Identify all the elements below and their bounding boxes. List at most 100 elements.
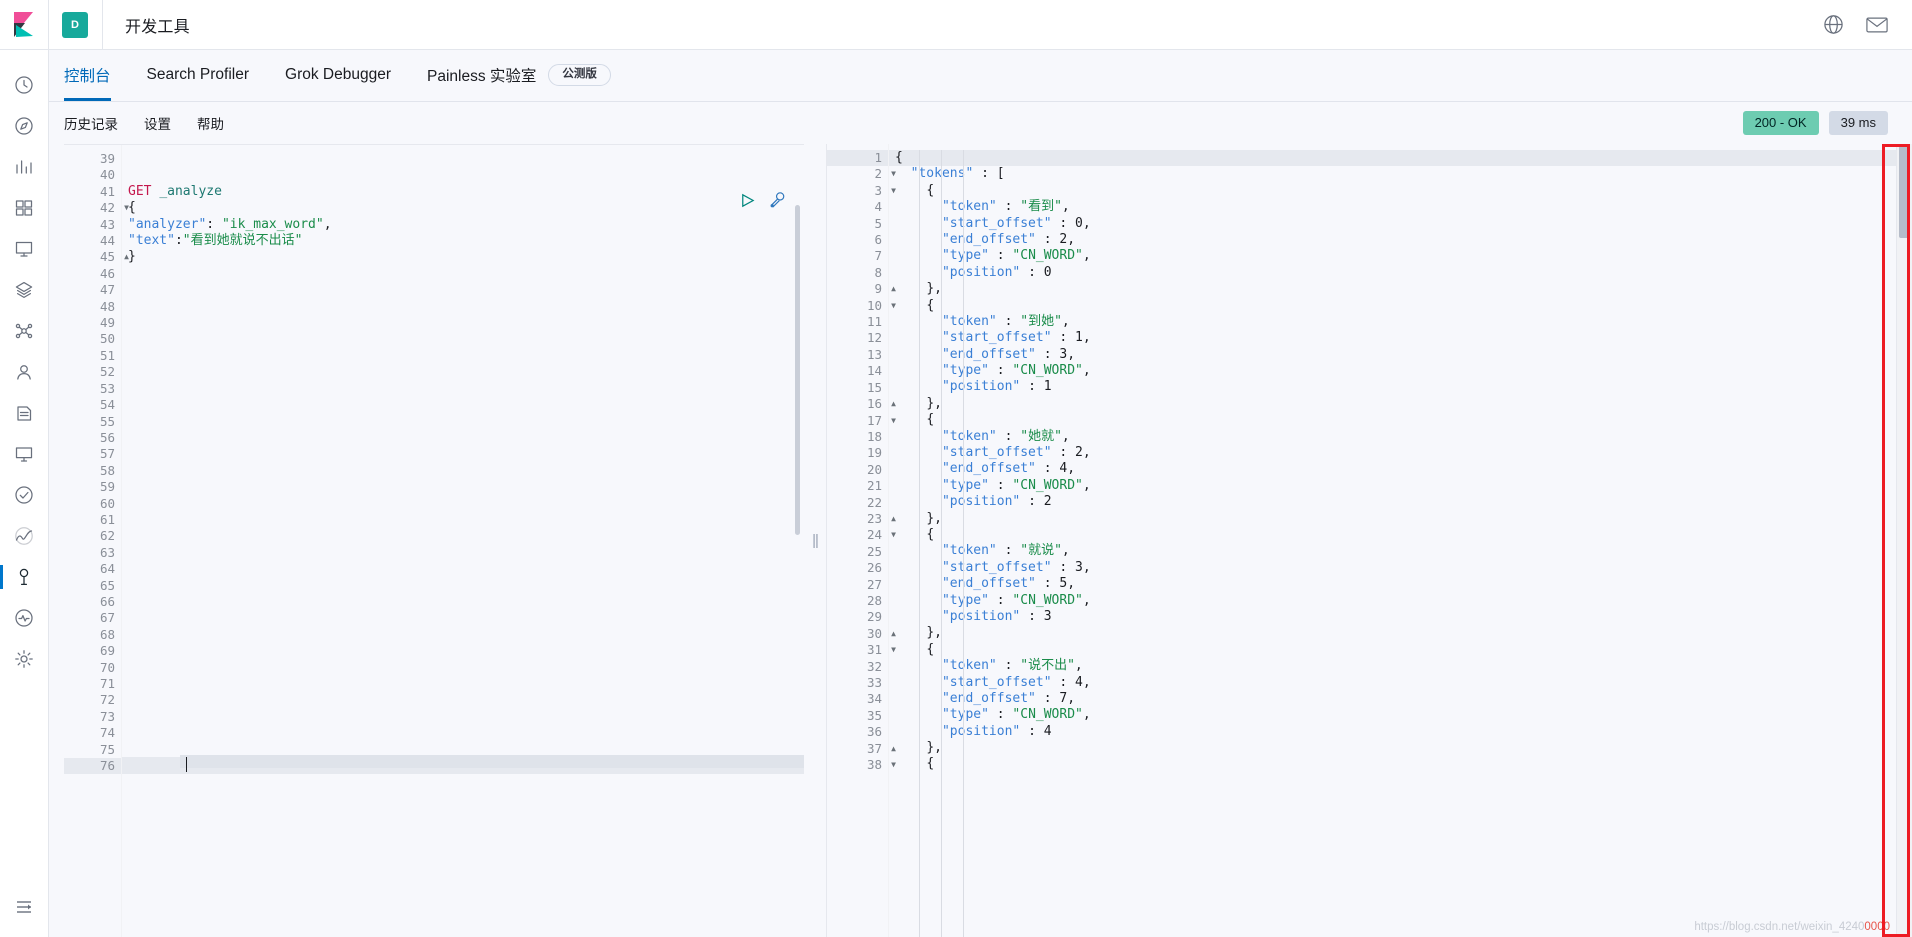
line-number: 67 (64, 610, 121, 626)
sidebar-item-management[interactable] (0, 638, 49, 679)
tab-painless[interactable]: Painless 实验室 公测版 (427, 49, 611, 101)
code-token: , (1074, 658, 1083, 674)
line-number-text: 41 (99, 183, 115, 199)
subnav-item-help[interactable]: 帮助 (197, 113, 224, 133)
code-token: 0 (1075, 215, 1083, 231)
line-number-text: 12 (866, 330, 882, 346)
code-token: , (1067, 231, 1076, 247)
response-gutter[interactable]: 1▼2▼3▼456789▲10▼111213141516▲17▼18192021… (827, 144, 896, 937)
request-gutter[interactable]: 39 40 41 42 ▼ 43 44 45 ▲ 46 47 48 49 50 51 52 53 54 55 56 57… (64, 145, 129, 937)
line-number-text: 60 (99, 495, 115, 511)
sidebar-item-visualize[interactable] (0, 146, 49, 187)
sidebar-item-dev-tools[interactable] (0, 556, 49, 597)
line-number-text: 5 (874, 215, 882, 231)
code-token: "到她" (1020, 313, 1062, 329)
sidebar-item-recent[interactable] (0, 64, 49, 105)
line-number-text: 70 (99, 659, 115, 675)
request-scrollbar-thumb[interactable] (795, 205, 800, 535)
sidebar-item-logs[interactable] (0, 392, 49, 433)
response-scrollbar-thumb[interactable] (1899, 146, 1909, 238)
line-number-text: 18 (866, 428, 882, 444)
code-token: "说不出" (1020, 658, 1075, 674)
line-number-text: 32 (866, 658, 882, 674)
code-token: "看到" (1020, 199, 1062, 215)
code-line: "start_offset" : 0, (889, 216, 1912, 232)
sidebar-item-uptime[interactable] (0, 474, 49, 515)
line-number: 2 ▼ (827, 166, 896, 182)
pane-splitter[interactable]: || (804, 144, 826, 937)
line-number: 21 (827, 478, 888, 494)
wrench-icon[interactable] (768, 191, 786, 214)
help-globe-icon[interactable] (1816, 8, 1850, 42)
sidebar-item-infrastructure[interactable] (0, 351, 49, 392)
collapse-icon[interactable] (0, 877, 49, 937)
code-token: , (1061, 199, 1070, 215)
line-number-text: 4 (874, 199, 882, 215)
request-code[interactable]: GET _analyze{"analyzer": "ik_max_word", "… (122, 145, 804, 937)
response-code[interactable]: { "tokens" : [ { "token" : "看到", "start_… (889, 144, 1912, 937)
code-token: : (1020, 723, 1044, 739)
code-token: 3 (1075, 559, 1083, 575)
code-line: { (889, 298, 1912, 314)
line-number: 64 (64, 561, 121, 577)
code-token: "position" (941, 379, 1021, 395)
code-token: : (1035, 576, 1060, 592)
kibana-logo[interactable] (0, 0, 49, 50)
line-number: 50 (64, 331, 121, 347)
play-icon[interactable] (739, 192, 756, 214)
code-token: 4 (1075, 674, 1083, 690)
subnav-item-history[interactable]: 历史记录 (64, 113, 118, 133)
line-number-text: 59 (99, 479, 115, 495)
line-number-text: 34 (866, 691, 882, 707)
sidebar-item-discover[interactable] (0, 105, 49, 146)
code-token: "start_offset" (941, 215, 1052, 231)
code-line: "token" : "就说", (889, 543, 1912, 559)
line-number: 75 (64, 742, 121, 758)
code-token: : (996, 543, 1021, 559)
line-number: 73 (64, 709, 121, 725)
code-token: : (996, 199, 1021, 215)
tab-label: Grok Debugger (285, 66, 392, 83)
response-pane: 1▼2▼3▼456789▲10▼111213141516▲17▼18192021… (826, 144, 1912, 937)
line-number-text: 24 (866, 527, 882, 543)
code-line: "analyzer": "ik_max_word", (122, 217, 804, 233)
line-number: 9 ▲ (827, 281, 896, 297)
subnav-item-settings[interactable]: 设置 (144, 113, 171, 133)
tab-search-profiler[interactable]: Search Profiler (147, 49, 250, 101)
line-number: 71 (64, 676, 121, 692)
code-token: : (996, 313, 1021, 329)
sidebar-item-metrics[interactable] (0, 433, 49, 474)
code-token: "type" (941, 707, 989, 723)
dashboard-icon (14, 198, 34, 218)
sidebar-item-apm[interactable] (0, 515, 49, 556)
code-token: { (926, 412, 935, 428)
sidebar-item-dashboard[interactable] (0, 187, 49, 228)
line-number-text: 56 (99, 429, 115, 445)
code-token: : (1020, 608, 1044, 624)
line-number: 76 (64, 758, 121, 775)
sidebar-item-ml[interactable] (0, 310, 49, 351)
watermark-text: https://blog.csdn.net/weixin_4240 (1694, 921, 1865, 933)
sidebar-item-maps[interactable] (0, 269, 49, 310)
space-avatar[interactable]: D (62, 11, 88, 38)
kibana-app: D 开发工具 控制台 Search Profiler Grok Debugger Pa… (0, 0, 1912, 937)
code-token: , (1082, 559, 1091, 575)
line-number: 26 (827, 560, 888, 576)
code-token: "type" (941, 248, 989, 264)
sidebar-item-canvas[interactable] (0, 228, 49, 269)
line-number: 11 (827, 314, 888, 330)
tab-console[interactable]: 控制台 (64, 49, 111, 101)
mail-icon[interactable] (1860, 8, 1894, 42)
line-number: 61 (64, 512, 121, 528)
request-pane: 39 40 41 42 ▼ 43 44 45 ▲ 46 47 48 49 50 51 52 53 54 55 56 57… (64, 144, 804, 937)
sidebar-item-monitoring[interactable] (0, 597, 49, 638)
code-token: "position" (941, 264, 1021, 280)
tab-grok-debugger[interactable]: Grok Debugger (285, 49, 391, 101)
response-scrollbar-track[interactable] (1896, 144, 1912, 937)
